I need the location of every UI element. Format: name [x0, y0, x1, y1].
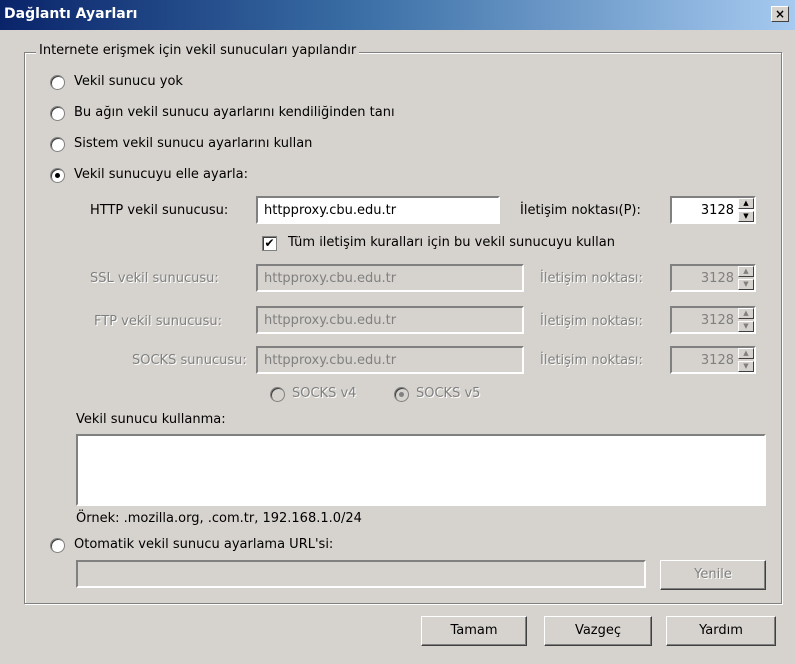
ssl-port-label: İletişim noktası: [540, 271, 643, 286]
radio-auto-url[interactable] [50, 538, 65, 553]
auto-url-input[interactable] [76, 560, 646, 588]
no-proxy-example: Örnek: .mozilla.org, .com.tr, 192.168.1.… [76, 511, 362, 526]
ftp-port-value: 3128 [700, 313, 734, 328]
use-all-protocols-checkbox[interactable]: ✔ [262, 236, 277, 251]
close-button[interactable]: × [771, 6, 789, 22]
ftp-port-label: İletişim noktası: [540, 314, 643, 329]
spin-down-icon[interactable]: ▼ [738, 211, 754, 222]
socks-proxy-input[interactable]: httpproxy.cbu.edu.tr [256, 346, 524, 374]
label-auto-detect: Bu ağın vekil sunucu ayarlarını kendiliğ… [74, 105, 395, 120]
http-proxy-label: HTTP vekil sunucusu: [90, 203, 229, 218]
group-label: Internete erişmek için vekil sunucuları … [36, 43, 360, 58]
reload-button[interactable]: Yenile [660, 560, 766, 590]
label-no-proxy: Vekil sunucu yok [74, 74, 183, 89]
ssl-proxy-input[interactable]: httpproxy.cbu.edu.tr [256, 264, 524, 292]
socks-port-label: İletişim noktası: [540, 353, 643, 368]
ssl-port-stepper[interactable]: 3128 ▲ ▼ [670, 264, 756, 292]
http-port-value: 3128 [700, 203, 734, 218]
spin-up-icon[interactable]: ▲ [738, 308, 754, 319]
radio-no-proxy[interactable] [50, 75, 65, 90]
no-proxy-for-label: Vekil sunucu kullanma: [76, 412, 226, 427]
http-port-label: İletişim noktası(P): [520, 203, 641, 218]
spin-down-icon[interactable]: ▼ [738, 279, 754, 290]
no-proxy-for-textarea[interactable] [76, 434, 766, 506]
label-auto-url: Otomatik vekil sunucu ayarlama URL'si: [74, 537, 334, 552]
ok-button[interactable]: Tamam [421, 616, 527, 646]
http-proxy-input[interactable]: httpproxy.cbu.edu.tr [256, 196, 500, 224]
radio-manual-proxy[interactable] [50, 168, 65, 183]
radio-socks-v4[interactable] [270, 387, 285, 402]
spin-up-icon[interactable]: ▲ [738, 266, 754, 277]
spin-down-icon[interactable]: ▼ [738, 321, 754, 332]
radio-socks-v5[interactable] [394, 387, 409, 402]
cancel-button[interactable]: Vazgeç [544, 616, 652, 646]
window-title: Dağlantı Ayarları [4, 6, 138, 22]
ftp-port-stepper[interactable]: 3128 ▲ ▼ [670, 306, 756, 334]
ftp-proxy-input[interactable]: httpproxy.cbu.edu.tr [256, 306, 524, 334]
label-socks-v5: SOCKS v5 [416, 386, 481, 401]
radio-system-proxy[interactable] [50, 137, 65, 152]
spin-up-icon[interactable]: ▲ [738, 198, 754, 209]
socks-port-value: 3128 [700, 353, 734, 368]
socks-proxy-label: SOCKS sunucusu: [132, 353, 247, 368]
http-port-stepper[interactable]: 3128 ▲ ▼ [670, 196, 756, 224]
help-button[interactable]: Yardım [666, 616, 776, 646]
spin-down-icon[interactable]: ▼ [738, 361, 754, 372]
radio-auto-detect[interactable] [50, 106, 65, 121]
spin-up-icon[interactable]: ▲ [738, 348, 754, 359]
socks-port-stepper[interactable]: 3128 ▲ ▼ [670, 346, 756, 374]
title-bar: Dağlantı Ayarları × [0, 0, 795, 30]
label-system-proxy: Sistem vekil sunucu ayarlarını kullan [74, 136, 313, 151]
use-all-protocols-label: Tüm iletişim kuralları için bu vekil sun… [288, 235, 615, 250]
label-socks-v4: SOCKS v4 [292, 386, 357, 401]
ftp-proxy-label: FTP vekil sunucusu: [94, 314, 223, 329]
ssl-port-value: 3128 [700, 271, 734, 286]
label-manual-proxy: Vekil sunucuyu elle ayarla: [74, 167, 248, 182]
ssl-proxy-label: SSL vekil sunucusu: [90, 271, 219, 286]
